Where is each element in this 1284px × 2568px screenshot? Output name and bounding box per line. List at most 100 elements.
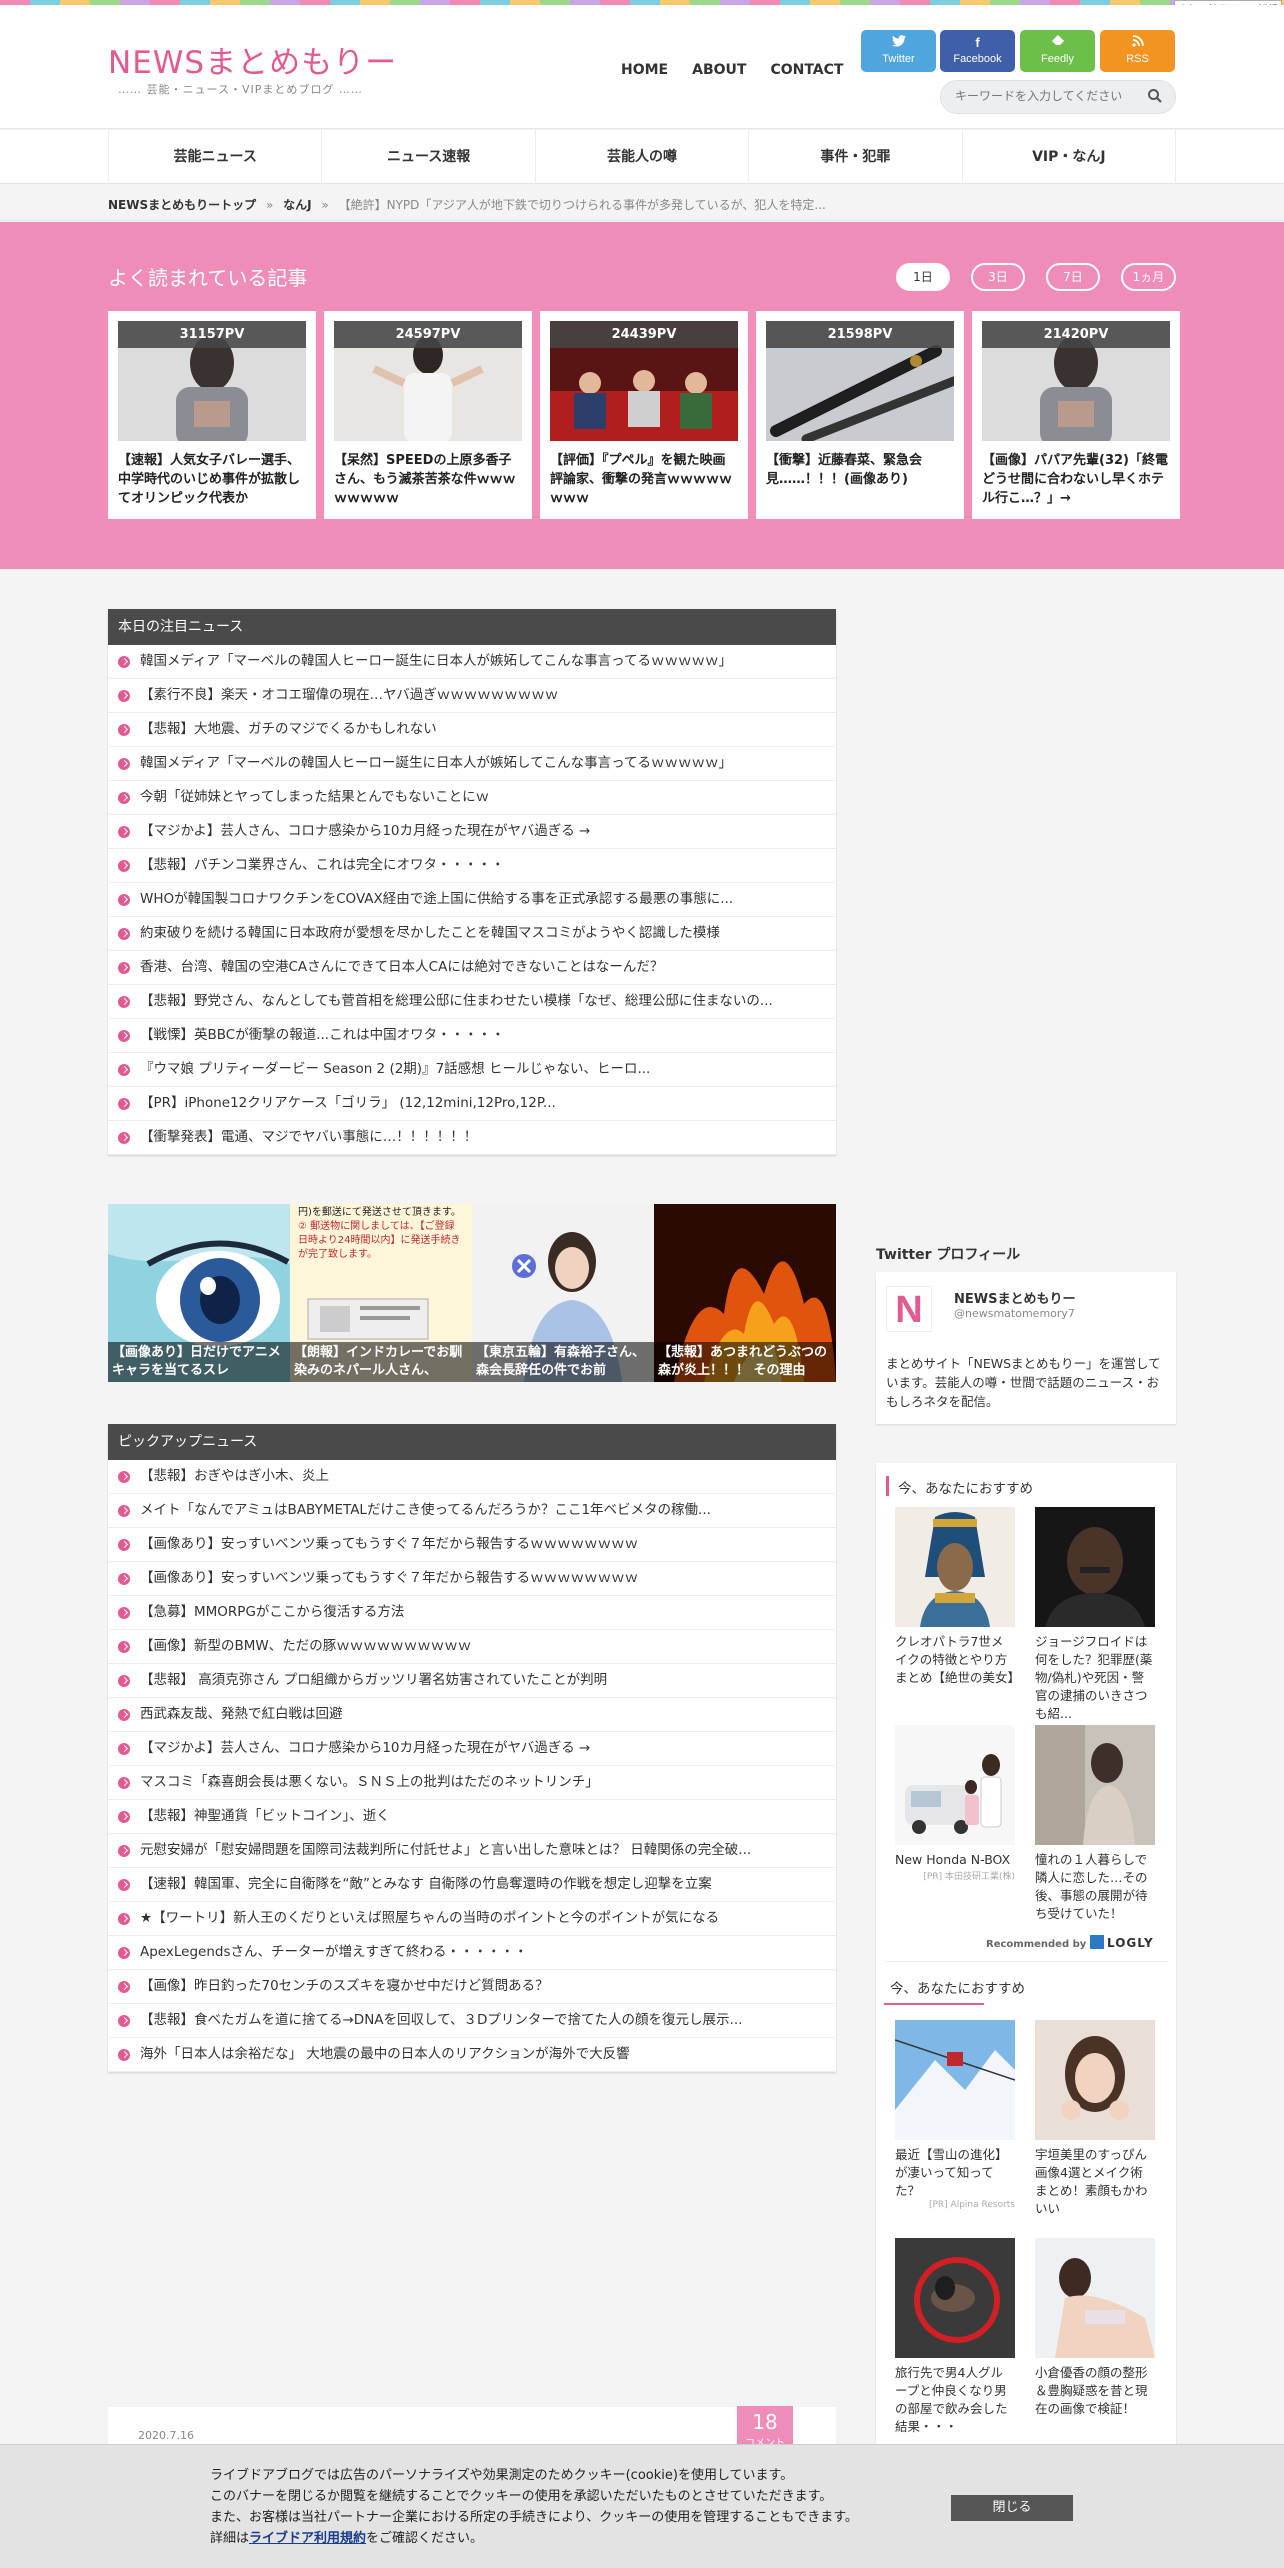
category-vip[interactable]: VIP・なんJ — [961, 130, 1177, 184]
popular-card[interactable]: 21420PV 【画像】パパア先輩(32)「終電どうせ間に合わないし早くホテル行… — [972, 311, 1180, 519]
news-link[interactable]: 香港、台湾、韓国の空港CAさんにできて日本人CAには絶対できないことはなーんだ？ — [108, 951, 836, 985]
news-link[interactable]: 【悲報】大地震、ガチのマジでくるかもしれない — [108, 713, 836, 747]
news-link[interactable]: マスコミ「森喜朗会長は悪くない。ＳＮＳ上の批判はただのネットリンチ」 — [108, 1766, 836, 1800]
news-link[interactable]: ApexLegendsさん、チーターが増えすぎて終わる・・・・・・ — [108, 1936, 836, 1970]
news-link[interactable]: WHOが韓国製コロナワクチンをCOVAX経由で途上国に供給する事を正式承認する最… — [108, 883, 836, 917]
nav-contact-link[interactable]: CONTACT — [770, 62, 843, 78]
news-link[interactable]: 【マジかよ】芸人さん、コロナ感染から10カ月経った現在がヤバ過ぎる → — [108, 1732, 836, 1766]
article-title[interactable]: 【衝撃】近藤春菜、緊急会見……！！！(画像あり) — [766, 451, 954, 508]
site-logo[interactable]: NEWSまとめもりー — [108, 37, 397, 82]
article-thumbnail: 24597PV — [334, 321, 522, 441]
news-link[interactable]: 【画像】昨日釣った70センチのスズキを寝かせ中だけど質問ある？ — [108, 1970, 836, 2004]
news-link[interactable]: 【悲報】パチンコ業界さん、これは完全にオワタ・・・・・ — [108, 849, 836, 883]
recommend-item[interactable]: New Honda N-BOX [PR] 本田技研工業(株) — [895, 1725, 1015, 1882]
feature-thumb[interactable]: 【東京五輪】有森裕子さん、森会長辞任の件でお前 — [472, 1204, 654, 1382]
period-tab-1month[interactable]: 1ヵ月 — [1121, 263, 1176, 291]
feature-thumb[interactable]: 【画像あり】日だけでアニメキャラを当てるスレ — [108, 1204, 290, 1382]
profile-bio: まとめサイト「NEWSまとめもりー」を運営しています。芸能人の噂・世間で話題のニ… — [886, 1356, 1161, 1409]
news-link[interactable]: 【悲報】神聖通貨「ビットコイン」、逝く — [108, 1800, 836, 1834]
popular-card[interactable]: 21598PV 【衝撃】近藤春菜、緊急会見……！！！(画像あり) — [756, 311, 964, 519]
news-link[interactable]: 『ウマ娘 プリティーダービー Season 2 (2期)』7話感想 ヒールじゃな… — [108, 1053, 836, 1087]
rss-button[interactable]: RSS — [1100, 30, 1175, 72]
category-celebrity-rumors[interactable]: 芸能人の噂 — [534, 130, 748, 184]
profile-name[interactable]: NEWSまとめもりー — [954, 1288, 1075, 1307]
category-crime[interactable]: 事件・犯罪 — [748, 130, 961, 184]
news-link[interactable]: 韓国メディア「マーベルの韓国人ヒーロー誕生に日本人が嫉妬してこんな事言ってるｗｗ… — [108, 645, 836, 679]
search-icon[interactable] — [1147, 88, 1165, 106]
recommend-item[interactable]: クレオパトラ7世メイクの特徴とやり方まとめ【絶世の美女】 — [895, 1507, 1015, 1705]
search-input[interactable] — [955, 89, 1135, 103]
nav-home-link[interactable]: HOME — [621, 62, 668, 78]
news-link[interactable]: 元慰安婦が「慰安婦問題を国際司法裁判所に付託せよ」と言い出した意味とは？ 日韓関… — [108, 1834, 836, 1868]
news-link[interactable]: 【画像あり】安っすいベンツ乗ってもうすぐ７年だから報告するｗｗｗｗｗｗｗｗ — [108, 1562, 836, 1596]
period-tab-1day[interactable]: 1日 — [896, 263, 950, 291]
recommend-title: 旅行先で男4人グループと仲良くなり男の部屋で飲み会した結果・・・ — [895, 2365, 1008, 2434]
news-link[interactable]: 【PR】iPhone12クリアケース「ゴリラ」 (12,12mini,12Pro… — [108, 1087, 836, 1121]
category-entertainment[interactable]: 芸能ニュース — [108, 130, 321, 184]
logly-icon — [1090, 1935, 1104, 1949]
news-link[interactable]: 【悲報】おぎやはぎ小木、炎上 — [108, 1460, 836, 1494]
recommend-item[interactable]: 宇垣美里のすっぴん画像4選とメイク術まとめ！素顔もかわいい — [1035, 2020, 1155, 2218]
avatar[interactable]: N — [886, 1286, 932, 1332]
article-title[interactable]: 【画像】パパア先輩(32)「終電どうせ間に合わないし早くホテル行こ…？」→ — [982, 451, 1170, 508]
breadcrumb-current: 【絶許】NYPD「アジア人が地下鉄で切りつけられる事件が多発しているが、犯人を特… — [338, 198, 826, 212]
news-link[interactable]: 今朝「従姉妹とヤってしまった結果とんでもないことにｗ — [108, 781, 836, 815]
news-link[interactable]: 【画像あり】安っすいベンツ乗ってもうすぐ７年だから報告するｗｗｗｗｗｗｗｗ — [108, 1528, 836, 1562]
article-title[interactable]: 【呆然】SPEEDの上原多香子さん、もう滅茶苦茶な件ｗｗｗｗｗｗｗｗ — [334, 451, 522, 508]
news-link[interactable]: 約束破りを続ける韓国に日本政府が愛想を尽かしたことを韓国マスコミがようやく認識し… — [108, 917, 836, 951]
recommend-thumbnail — [1035, 1507, 1155, 1627]
facebook-button[interactable]: f Facebook — [940, 30, 1015, 72]
news-link[interactable]: 【悲報】 高須克弥さん プロ組織からガッツリ署名妨害されていたことが判明 — [108, 1664, 836, 1698]
recommend-item[interactable]: ジョージフロイドは何をした？犯罪歴(薬物/偽札)や死因・警官の逮捕のいきさつも紹… — [1035, 1507, 1155, 1723]
recommend-item[interactable]: 憧れの１人暮らしで隣人に恋した…その後、事態の展開が待ち受けていた！ — [1035, 1725, 1155, 1923]
popular-card[interactable]: 24439PV 【評価】『プペル』を観た映画評論家、衝撃の発言ｗｗｗｗｗｗｗｗ — [540, 311, 748, 519]
terms-link[interactable]: ライブドア利用規約 — [249, 2531, 366, 2546]
recommend-title: 小倉優香の顔の整形＆豊胸疑惑を昔と現在の画像で検証！ — [1035, 2365, 1148, 2416]
news-link[interactable]: 【マジかよ】芸人さん、コロナ感染から10カ月経った現在がヤバ過ぎる → — [108, 815, 836, 849]
pickup-news-panel: ピックアップニュース 【悲報】おぎやはぎ小木、炎上 メイト「なんでアミュはBAB… — [108, 1424, 836, 2072]
news-link[interactable]: 西武森友哉、発熱で紅白戦は回避 — [108, 1698, 836, 1732]
breadcrumb: NEWSまとめもりートップ » なんJ » 【絶許】NYPD「アジア人が地下鉄で… — [0, 185, 1284, 221]
popular-card[interactable]: 24597PV 【呆然】SPEEDの上原多香子さん、もう滅茶苦茶な件ｗｗｗｗｗｗ… — [324, 311, 532, 519]
cookie-close-button[interactable]: 閉じる — [951, 2495, 1073, 2521]
feature-thumb[interactable]: 円)を郵送にて発送させて頂きます。 ② 郵送物に関しましては、【ご登録日時より2… — [290, 1204, 472, 1382]
popular-card[interactable]: 31157PV 【速報】人気女子バレー選手、中学時代のいじめ事件が拡散してオリン… — [108, 311, 316, 519]
twitter-button[interactable]: Twitter — [861, 30, 936, 72]
nav-about-link[interactable]: ABOUT — [692, 62, 746, 78]
news-link[interactable]: 海外「日本人は余裕だな」 大地震の最中の日本人のリアクションが海外で大反響 — [108, 2038, 836, 2072]
news-link[interactable]: 韓国メディア「マーベルの韓国人ヒーロー誕生に日本人が嫉妬してこんな事言ってるｗｗ… — [108, 747, 836, 781]
news-link[interactable]: 【悲報】食べたガムを道に捨てる→DNAを回収して、３Dプリンターで捨てた人の顔を… — [108, 2004, 836, 2038]
breadcrumb-separator: » — [321, 198, 329, 212]
feedly-button[interactable]: Feedly — [1020, 30, 1095, 72]
news-link[interactable]: 【戦慄】英BBCが衝撃の報道...これは中国オワタ・・・・・ — [108, 1019, 836, 1053]
breadcrumb-category[interactable]: なんJ — [283, 198, 311, 212]
period-tab-3days[interactable]: 3日 — [971, 263, 1025, 291]
news-link[interactable]: 【画像】新型のBMW、ただの豚ｗｗｗｗｗｗｗｗｗｗ — [108, 1630, 836, 1664]
news-link[interactable]: 【悲報】野党さん、なんとしても菅首相を総理公邸に住まわせたい模様「なぜ、総理公邸… — [108, 985, 836, 1019]
news-link[interactable]: ★【ワートリ】新人王のくだりといえば照屋ちゃんの当時のポイントと今のポイントが気… — [108, 1902, 836, 1936]
recommend-item[interactable]: 小倉優香の顔の整形＆豊胸疑惑を昔と現在の画像で検証！ — [1035, 2238, 1155, 2418]
period-tab-7days[interactable]: 7日 — [1046, 263, 1100, 291]
flyer-text: 円)を郵送にて発送させて頂きます。 ② 郵送物に関しましては、【ご登録日時より2… — [298, 1207, 461, 1260]
news-link[interactable]: 【速報】韓国軍、完全に自衛隊を“敵”とみなす 自衛隊の竹島奪還時の作戦を想定し迎… — [108, 1868, 836, 1902]
news-link[interactable]: 【素行不良】楽天・オコエ瑠偉の現在…ヤバ過ぎｗｗｗｗｗｗｗｗｗ — [108, 679, 836, 713]
article-title[interactable]: 【速報】人気女子バレー選手、中学時代のいじめ事件が拡散してオリンピック代表か — [118, 451, 306, 508]
category-breaking-news[interactable]: ニュース速報 — [321, 130, 534, 184]
cookie-banner: ライブドアブログでは広告のパーソナライズや効果測定のためクッキー(cookie)… — [0, 2444, 1284, 2568]
news-link[interactable]: メイト「なんでアミュはBABYMETALだけこき使ってるんだろうか？ここ1年ベビ… — [108, 1494, 836, 1528]
article-title[interactable]: 【評価】『プペル』を観た映画評論家、衝撃の発言ｗｗｗｗｗｗｗｗ — [550, 451, 738, 508]
article-thumbnail: 21420PV — [982, 321, 1170, 441]
logly-logo[interactable]: LOGLY — [1090, 1935, 1154, 1950]
profile-handle[interactable]: @newsmatomemory7 — [954, 1307, 1075, 1320]
recommend-thumbnail — [1035, 2020, 1155, 2140]
recommend-heading: 今、あなたにおすすめ — [890, 1981, 1025, 1997]
breadcrumb-home[interactable]: NEWSまとめもりートップ — [108, 198, 256, 212]
feature-thumb[interactable]: 【悲報】あつまれどうぶつの森が炎上！！！ その理由 — [654, 1204, 836, 1382]
recommend-item[interactable]: 旅行先で男4人グループと仲良くなり男の部屋で飲み会した結果・・・ — [895, 2238, 1015, 2436]
recommend-thumbnail — [895, 2238, 1015, 2358]
recommend-item[interactable]: 最近【雪山の進化】が凄いって知ってた？ [PR] Alpina Resorts — [895, 2020, 1015, 2210]
notice-news-panel: 本日の注目ニュース 韓国メディア「マーベルの韓国人ヒーロー誕生に日本人が嫉妬して… — [108, 609, 836, 1155]
feature-thumb-caption: 【朗報】インドカレーでお馴染みのネパール人さん、 — [290, 1342, 472, 1382]
news-link[interactable]: 【衝撃発表】電通、マジでヤバい事態に…！！！！！！ — [108, 1121, 836, 1155]
news-link[interactable]: 【急募】MMORPGがここから復活する方法 — [108, 1596, 836, 1630]
